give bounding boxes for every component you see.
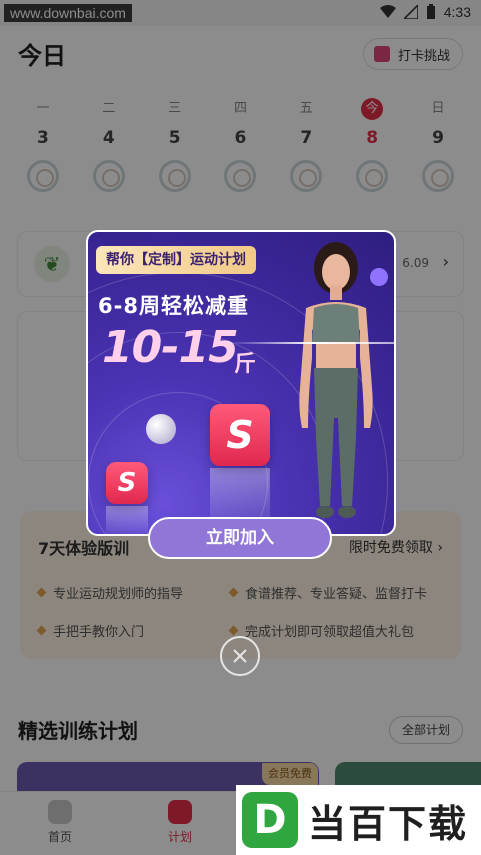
brand-mark-icon: D <box>242 792 298 848</box>
decor-ball <box>146 414 176 444</box>
app-logo-tile: S <box>106 462 148 504</box>
close-modal-button[interactable] <box>220 636 260 676</box>
fitness-woman-illustration <box>299 242 373 518</box>
brand-text: 当百下载 <box>308 801 469 846</box>
modal-big-number: 10-15 <box>102 322 239 373</box>
modal-headline: 6-8周轻松减重 <box>98 294 249 318</box>
modal-unit: 斤 <box>234 352 257 377</box>
watermark-logo: D 当百下载 <box>236 785 481 855</box>
join-now-button[interactable]: 立即加入 <box>148 517 332 559</box>
app-logo-tile: S <box>210 404 270 466</box>
decor-pillar <box>106 506 148 534</box>
promo-modal[interactable]: 帮你【定制】运动计划 6-8周轻松减重 10-15 斤 S S <box>86 230 396 536</box>
modal-tag: 帮你【定制】运动计划 <box>96 246 256 274</box>
scan-line <box>228 342 394 344</box>
close-icon <box>233 649 247 663</box>
